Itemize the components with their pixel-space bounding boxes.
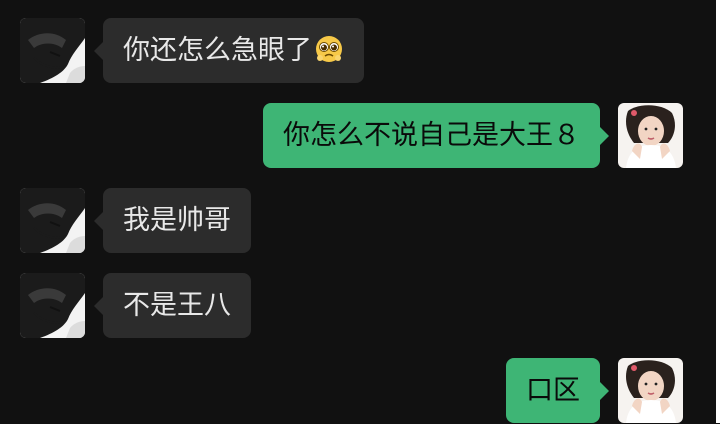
chat-message-list[interactable]: 你还怎么急眼了 你怎么不说自己是大王８ 我是帅哥 不是王八 口区 (0, 0, 720, 423)
message-text: 我是帅哥 (123, 205, 231, 236)
contact-avatar-image (20, 273, 85, 338)
contact-avatar-image (20, 188, 85, 253)
message-text: 口区 (526, 375, 580, 406)
pleading-face-icon (314, 23, 344, 62)
message-text: 你怎么不说自己是大王８ (283, 120, 580, 151)
message-text: 你还怎么急眼了 (123, 35, 312, 66)
my-avatar-image (618, 103, 683, 168)
my-avatar-image (618, 358, 683, 423)
message-bubble[interactable]: 口区 (506, 358, 609, 423)
message-bubble[interactable]: 你还怎么急眼了 (94, 18, 364, 83)
message-bubble[interactable]: 我是帅哥 (94, 188, 251, 253)
message-bubble[interactable]: 你怎么不说自己是大王８ (263, 103, 609, 168)
my-avatar[interactable] (618, 358, 683, 423)
contact-avatar[interactable] (20, 18, 85, 83)
contact-avatar[interactable] (20, 273, 85, 338)
message-bubble[interactable]: 不是王八 (94, 273, 251, 338)
contact-avatar-image (20, 18, 85, 83)
message-text: 不是王八 (123, 290, 231, 321)
my-avatar[interactable] (618, 103, 683, 168)
contact-avatar[interactable] (20, 188, 85, 253)
scrollbar[interactable] (716, 0, 720, 423)
